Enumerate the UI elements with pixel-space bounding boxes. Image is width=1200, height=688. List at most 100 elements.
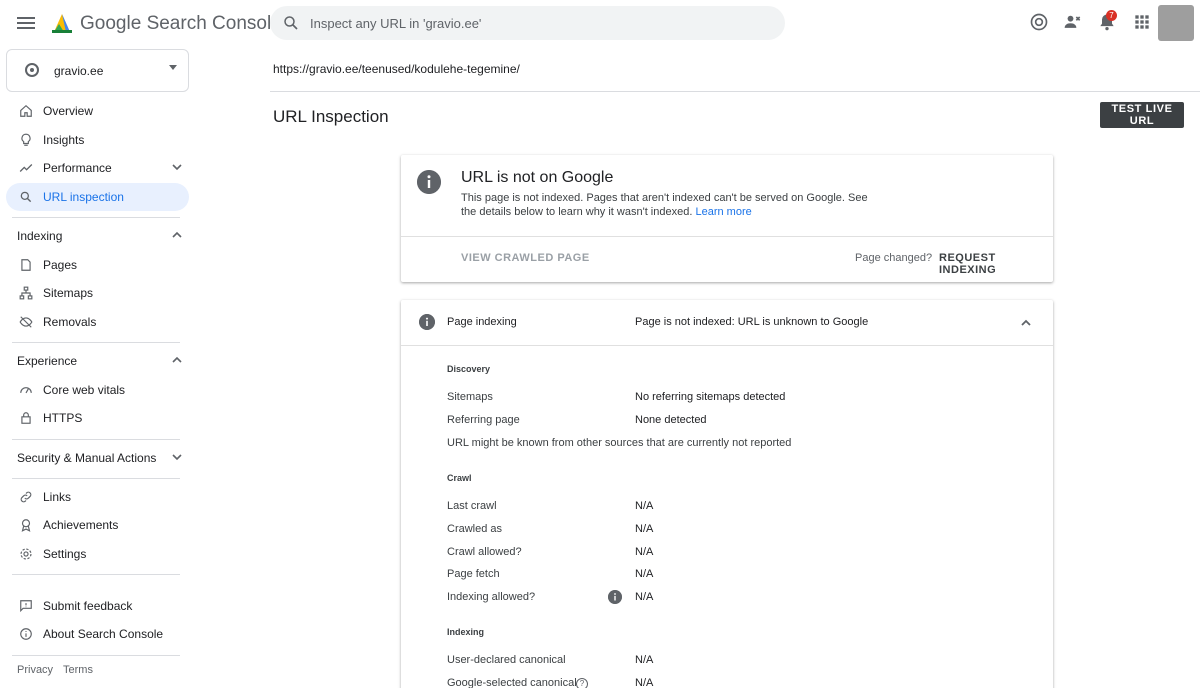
collapse-chevron-icon[interactable]	[1019, 316, 1033, 330]
lightbulb-icon	[21, 133, 31, 146]
page-changed-label: Page changed?	[855, 252, 933, 264]
sidebar-item-settings[interactable]: Settings	[6, 540, 189, 568]
inspected-url: https://gravio.ee/teenused/kodulehe-tege…	[273, 62, 520, 76]
sidebar-section-experience[interactable]: Experience	[6, 347, 189, 375]
card-divider	[401, 345, 1053, 346]
property-selector[interactable]: gravio.ee	[6, 49, 189, 92]
manage-users-icon[interactable]	[1063, 12, 1083, 32]
sidebar-item-label: Performance	[43, 161, 112, 175]
sidebar-item-overview[interactable]: Overview	[6, 97, 189, 125]
user-declared-canonical-label: User-declared canonical	[447, 654, 566, 666]
chevron-down-icon	[172, 454, 182, 461]
url-inspect-search[interactable]	[270, 6, 785, 40]
speed-icon	[20, 387, 32, 394]
sidebar-divider	[12, 342, 180, 343]
user-declared-canonical-value: N/A	[635, 654, 654, 666]
account-avatar[interactable]	[1158, 5, 1194, 41]
sidebar-section-indexing[interactable]: Indexing	[6, 222, 189, 250]
sidebar-item-about[interactable]: About Search Console	[6, 620, 189, 648]
sidebar-item-label: Submit feedback	[43, 599, 133, 613]
info-icon[interactable]	[608, 590, 622, 604]
url-inspect-input[interactable]	[310, 12, 770, 34]
dropdown-caret-icon	[169, 65, 177, 70]
sidebar-item-url-inspection[interactable]: URL inspection	[6, 183, 189, 211]
page-fetch-label: Page fetch	[447, 568, 500, 580]
sidebar-item-links[interactable]: Links	[6, 483, 189, 511]
page-indexing-status: Page is not indexed: URL is unknown to G…	[635, 316, 869, 328]
help-question-icon[interactable]: ?	[576, 678, 588, 688]
property-globe-icon	[25, 63, 39, 77]
card-divider	[401, 236, 1053, 237]
crawled-as-label: Crawled as	[447, 523, 503, 535]
sidebar-divider	[12, 478, 180, 479]
terms-link[interactable]: Terms	[63, 664, 93, 676]
chevron-down-icon	[172, 164, 182, 171]
privacy-link[interactable]: Privacy	[17, 664, 53, 676]
sidebar-item-label: Links	[43, 490, 72, 504]
section-label: Indexing	[17, 229, 63, 243]
top-bar: Google Search Console 7	[0, 0, 1200, 46]
trending-up-icon	[19, 164, 33, 172]
sidebar-item-label: Pages	[43, 258, 78, 272]
sidebar-item-https[interactable]: HTTPS	[6, 404, 189, 432]
search-console-logo	[52, 14, 72, 33]
lock-icon	[21, 412, 31, 424]
sidebar-item-label: URL inspection	[43, 190, 124, 204]
feedback-icon	[20, 600, 32, 613]
sidebar-item-pages[interactable]: Pages	[6, 251, 189, 279]
page-indexing-label: Page indexing	[447, 316, 517, 328]
crawl-allowed-label: Crawl allowed?	[447, 546, 522, 558]
sidebar-item-label: About Search Console	[43, 627, 164, 641]
indexing-allowed-label: Indexing allowed?	[447, 591, 536, 603]
sidebar-item-removals[interactable]: Removals	[6, 308, 189, 336]
help-icon[interactable]	[1029, 12, 1049, 32]
sidebar-item-label: Sitemaps	[43, 286, 94, 300]
google-selected-canonical-label: Google-selected canonical	[447, 677, 577, 688]
sidebar-item-submit-feedback[interactable]: Submit feedback	[6, 592, 189, 620]
app-title: Google Search Console	[80, 13, 282, 34]
discovery-section-title: Discovery	[447, 364, 491, 374]
sidebar-item-insights[interactable]: Insights	[6, 126, 189, 154]
sidebar-item-achievements[interactable]: Achievements	[6, 511, 189, 539]
chevron-up-icon	[172, 231, 182, 238]
sidebar-divider	[12, 574, 180, 575]
apps-grid-icon[interactable]	[1132, 12, 1152, 32]
sidebar-item-label: Core web vitals	[43, 383, 126, 397]
header-divider	[270, 91, 1200, 92]
sidebar-divider	[12, 439, 180, 440]
indexing-section-title: Indexing	[447, 627, 485, 637]
sidebar-item-core-web-vitals[interactable]: Core web vitals	[6, 376, 189, 404]
sidebar-divider	[12, 655, 180, 656]
property-name: gravio.ee	[54, 64, 104, 78]
sidebar-divider	[12, 217, 180, 218]
notification-count-badge: 7	[1106, 10, 1117, 21]
section-label: Security & Manual Actions	[17, 451, 157, 465]
home-icon	[20, 104, 32, 117]
section-label: Experience	[17, 354, 78, 368]
indexing-allowed-value: N/A	[635, 591, 654, 603]
google-selected-canonical-value: N/A	[635, 677, 654, 688]
last-crawl-label: Last crawl	[447, 500, 497, 512]
request-indexing-button[interactable]: REQUEST INDEXING	[939, 252, 1053, 276]
sidebar-item-performance[interactable]: Performance	[6, 154, 189, 182]
sidebar-item-label: Achievements	[43, 518, 119, 532]
sitemaps-value: No referring sitemaps detected	[635, 391, 786, 403]
url-status-description: This page is not indexed. Pages that are…	[461, 192, 868, 218]
sidebar-item-sitemaps[interactable]: Sitemaps	[6, 279, 189, 307]
gear-icon	[20, 548, 32, 560]
learn-more-link[interactable]: Learn more	[695, 206, 751, 218]
last-crawl-value: N/A	[635, 500, 654, 512]
page-fetch-value: N/A	[635, 568, 654, 580]
sidebar-item-label: Removals	[43, 315, 97, 329]
sitemaps-label: Sitemaps	[447, 391, 493, 403]
visibility-off-icon	[19, 316, 33, 328]
sidebar-item-label: HTTPS	[43, 411, 83, 425]
sidebar-section-security[interactable]: Security & Manual Actions	[6, 444, 189, 472]
discovery-note: URL might be known from other sources th…	[447, 437, 792, 449]
hamburger-menu-icon[interactable]	[14, 11, 38, 35]
sidebar-item-label: Settings	[43, 547, 87, 561]
sitemap-icon	[19, 286, 33, 300]
view-crawled-page-button[interactable]: VIEW CRAWLED PAGE	[461, 252, 590, 264]
achievement-badge-icon	[21, 519, 31, 532]
test-live-url-button[interactable]: TEST LIVE URL	[1100, 102, 1184, 128]
